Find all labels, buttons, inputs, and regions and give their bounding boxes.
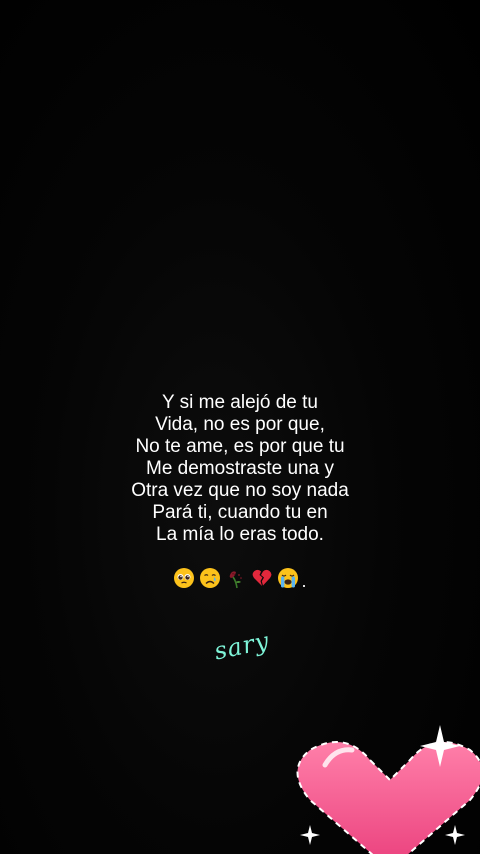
poem-line-2: Vida, no es por que,: [155, 414, 325, 435]
signature-text: sary: [211, 626, 272, 666]
crying-face-icon: [278, 568, 299, 588]
poem-line-7: La mía lo eras todo.: [156, 524, 324, 545]
poem-line-5: Otra vez que no soy nada: [131, 480, 349, 501]
broken-heart-icon: [253, 569, 272, 586]
emoji-row: .: [0, 564, 480, 592]
poem-line-4: Me demostraste una y: [146, 458, 334, 479]
poem-line-3: No te ame, es por que tu: [135, 436, 345, 457]
wilted-rose-icon: [230, 571, 243, 589]
poem-text: Y si me alejó de tu Vida, no es por que,…: [0, 392, 480, 546]
pleading-face-icon: [174, 568, 195, 588]
emoji-trailing-dot: .: [301, 570, 307, 591]
video-frame: Y si me alejó de tu Vida, no es por que,…: [0, 0, 480, 854]
heart-sticker-icon: [296, 725, 480, 854]
sad-face-icon: [200, 568, 221, 588]
poem-line-6: Pará ti, cuando tu en: [152, 502, 328, 523]
poem-line-1: Y si me alejó de tu: [162, 392, 318, 413]
